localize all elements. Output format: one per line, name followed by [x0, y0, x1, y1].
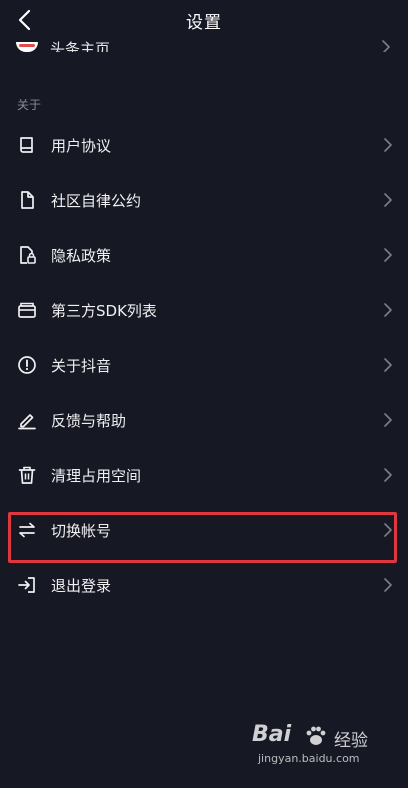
menu-item-label: 社区自律公约	[51, 192, 142, 210]
info-exclamation-icon	[18, 356, 36, 374]
menu-item-privacy-policy[interactable]: 隐私政策	[0, 228, 408, 283]
menu-item-label: 第三方SDK列表	[51, 302, 157, 320]
chevron-right-icon	[384, 248, 392, 262]
menu-item-label: 反馈与帮助	[51, 412, 127, 430]
chevron-right-icon	[384, 303, 392, 317]
settings-screen: 头条主页 设置 关于 用户协议 社区自律公约 隐私政策 第三方SDK列表 关于抖…	[0, 0, 408, 788]
logout-icon	[18, 577, 35, 593]
chevron-right-icon	[384, 468, 392, 482]
baidu-logo-text: Bai	[252, 722, 292, 747]
menu-item-label: 用户协议	[51, 137, 112, 155]
chevron-right-icon	[384, 523, 392, 537]
chevron-right-icon	[384, 193, 392, 207]
section-header-about: 关于	[17, 98, 42, 112]
privacy-lock-icon	[20, 246, 36, 264]
chevron-right-icon	[382, 40, 390, 52]
page-title: 设置	[186, 13, 222, 33]
menu-item-label: 退出登录	[51, 577, 112, 595]
menu-item-switch-account[interactable]: 切换帐号	[0, 503, 408, 558]
menu-item-about-douyin[interactable]: 关于抖音	[0, 338, 408, 393]
menu-item-user-agreement[interactable]: 用户协议	[0, 118, 408, 173]
about-menu-list: 用户协议 社区自律公约 隐私政策 第三方SDK列表 关于抖音 反馈与帮助 清理占…	[0, 118, 408, 613]
menu-item-label: 切换帐号	[51, 522, 112, 540]
top-nav-bar: 设置	[0, 0, 408, 40]
switch-arrows-icon	[19, 522, 35, 538]
trash-icon	[18, 466, 36, 484]
menu-item-clear-storage[interactable]: 清理占用空间	[0, 448, 408, 503]
baidu-jingyan-watermark: Bai 经验 jingyan.baidu.com	[252, 722, 392, 770]
toutiao-icon	[16, 42, 38, 52]
jingyan-text: 经验	[334, 731, 368, 751]
chevron-right-icon	[384, 413, 392, 427]
chevron-right-icon	[384, 358, 392, 372]
menu-item-third-party-sdk[interactable]: 第三方SDK列表	[0, 283, 408, 338]
paw-icon	[306, 726, 326, 745]
menu-item-label: 隐私政策	[51, 247, 112, 265]
watermark-url: jingyan.baidu.com	[258, 752, 360, 765]
menu-item-feedback-help[interactable]: 反馈与帮助	[0, 393, 408, 448]
card-stack-icon	[18, 302, 36, 318]
partial-item-label: 头条主页	[50, 40, 111, 52]
menu-item-label: 关于抖音	[51, 357, 112, 375]
chevron-right-icon	[384, 578, 392, 592]
document-icon	[21, 191, 34, 209]
book-icon	[20, 137, 33, 153]
pencil-icon	[18, 414, 36, 430]
chevron-right-icon	[384, 138, 392, 152]
menu-item-label: 清理占用空间	[51, 467, 142, 485]
menu-item-logout[interactable]: 退出登录	[0, 558, 408, 613]
menu-item-community-guidelines[interactable]: 社区自律公约	[0, 173, 408, 228]
